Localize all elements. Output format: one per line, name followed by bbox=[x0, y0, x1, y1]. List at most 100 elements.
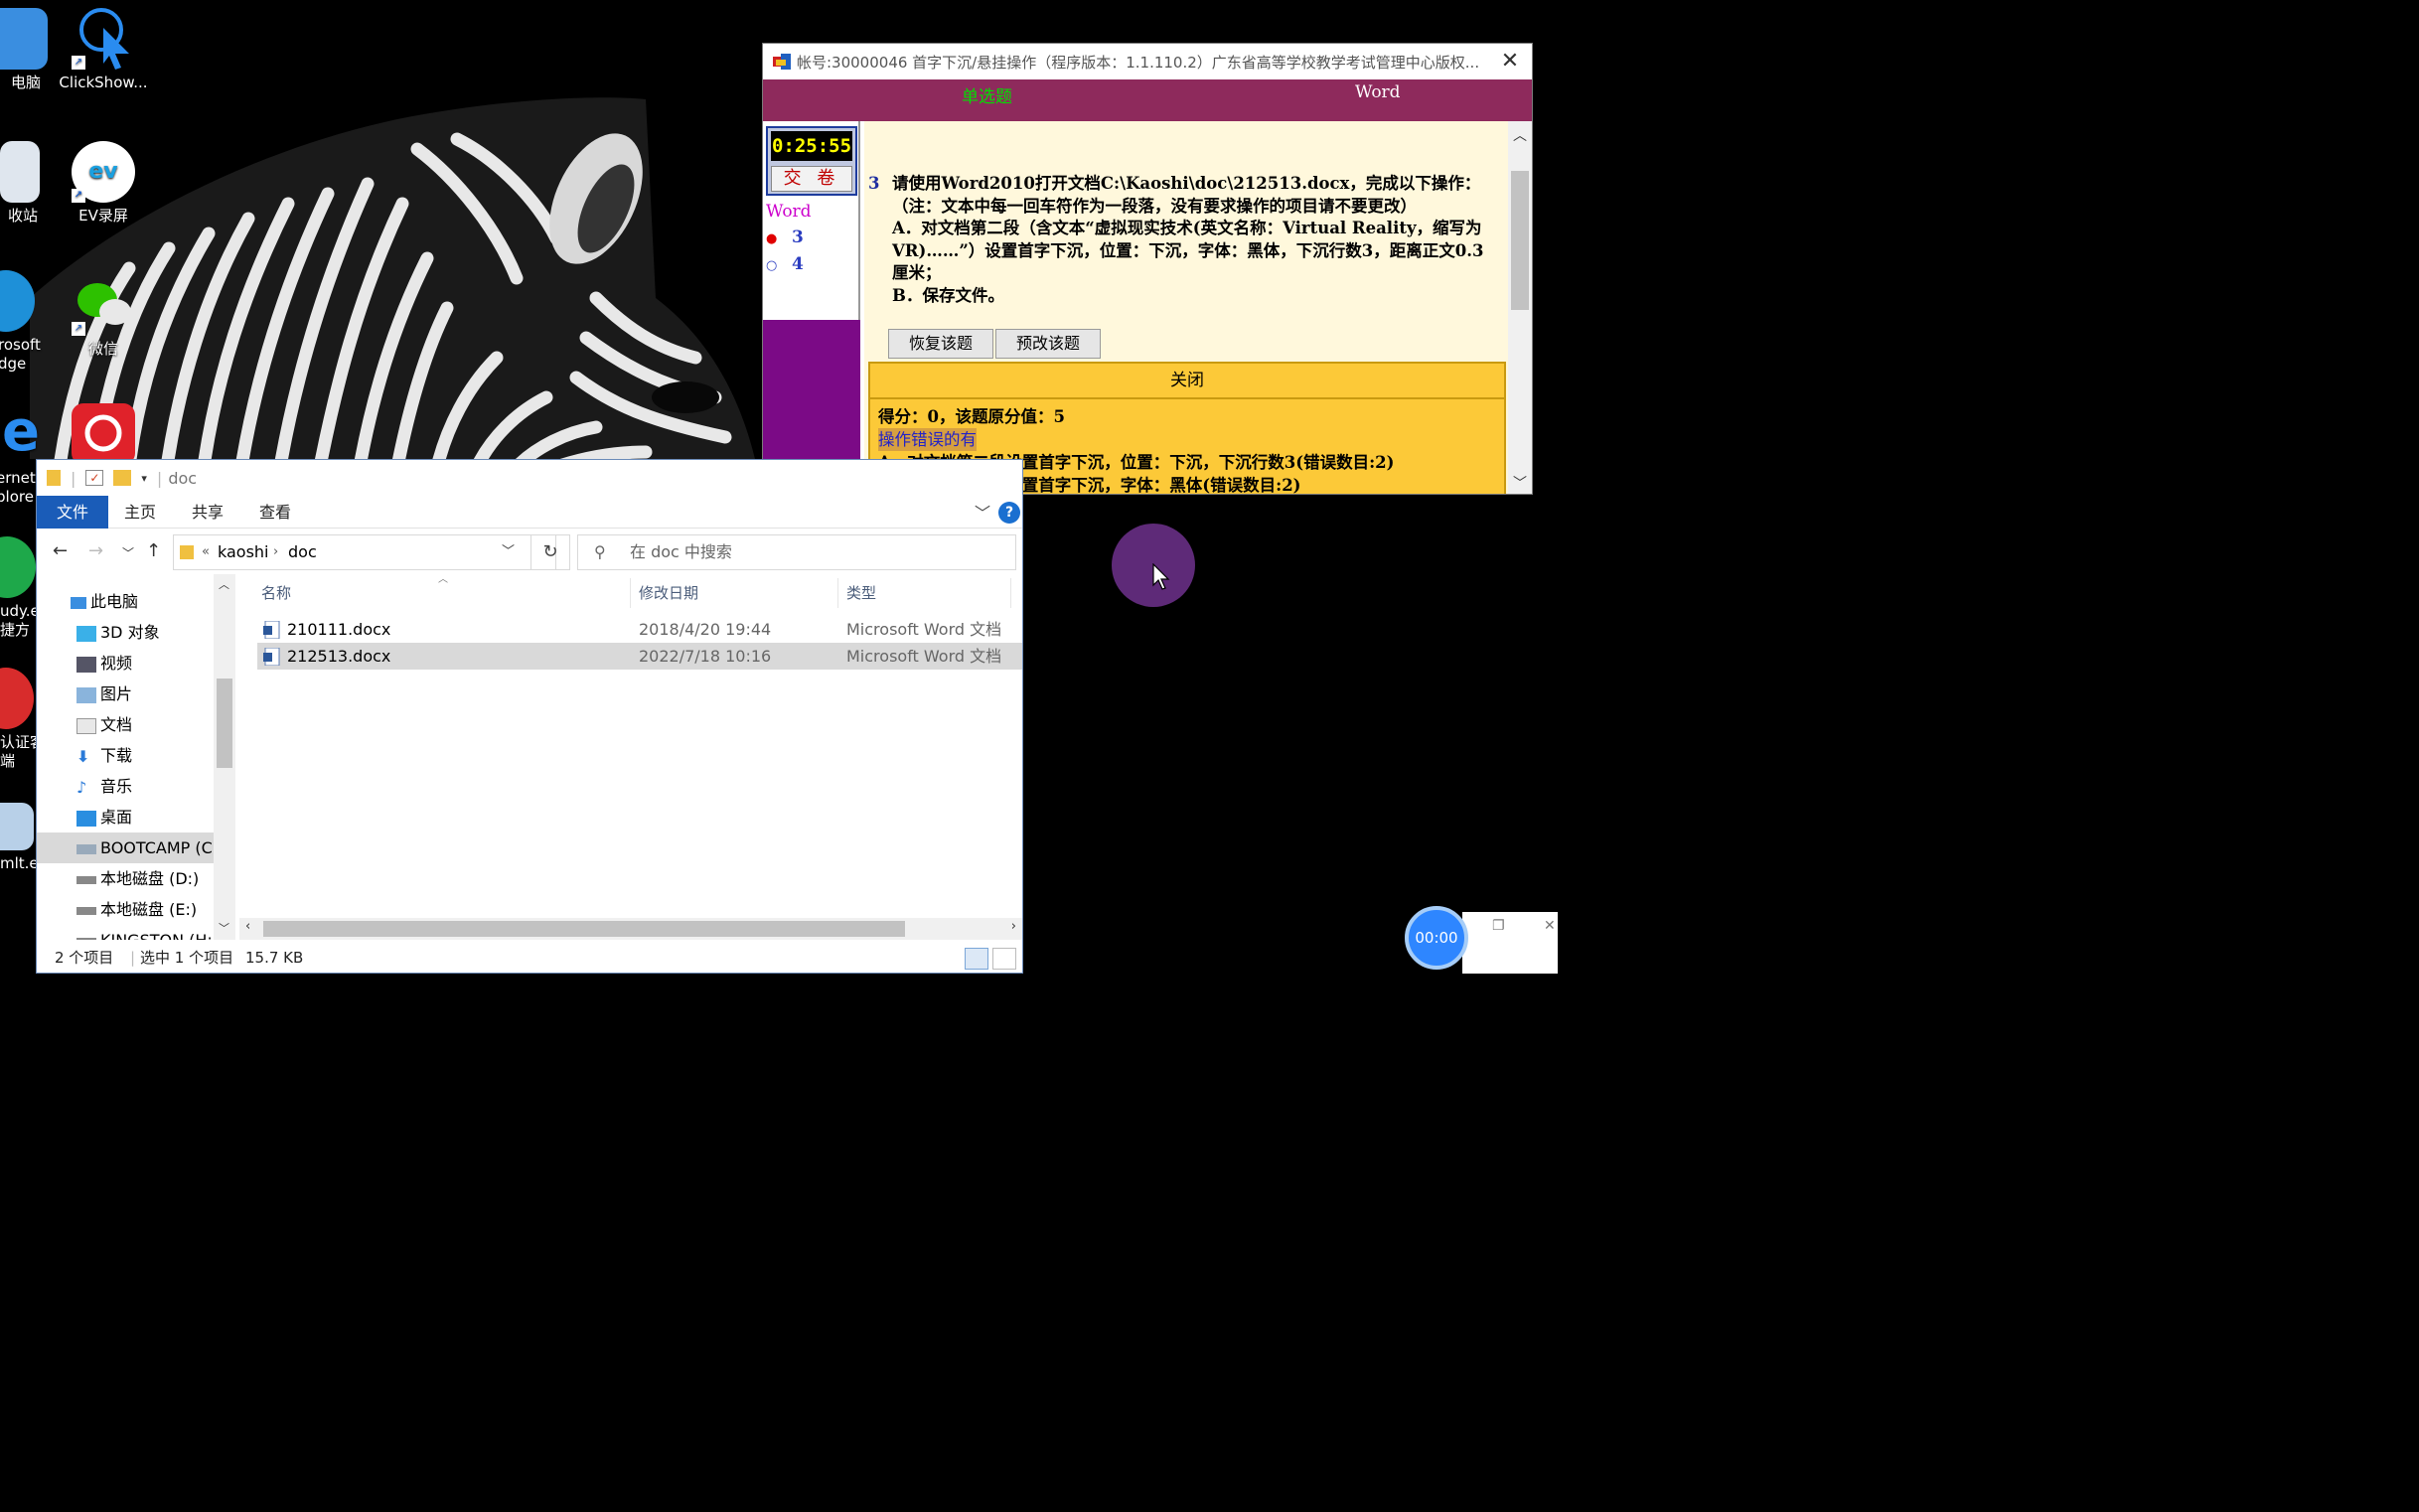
file-list-horizontal-scrollbar[interactable]: ‹ › bbox=[239, 918, 1022, 940]
chevron-down-icon[interactable]: ﹀ bbox=[975, 500, 990, 524]
cursor-arrow-icon: ↗ bbox=[72, 8, 135, 70]
breadcrumb-doc[interactable]: doc bbox=[288, 535, 317, 569]
file-list: ︿ 名称 修改日期 类型 210111.docx 2018/4/20 19:44… bbox=[239, 574, 1022, 940]
chevron-right-icon: › bbox=[273, 544, 279, 559]
address-history-chevron-icon[interactable]: ﹀ bbox=[502, 535, 515, 569]
column-divider[interactable] bbox=[1010, 578, 1011, 608]
sidebar-item-drive-e[interactable]: 本地磁盘 (E:) bbox=[37, 894, 235, 925]
sidebar-item-this-pc[interactable]: 此电脑 bbox=[37, 586, 235, 617]
close-icon[interactable]: ✕ bbox=[1488, 44, 1532, 79]
recent-locations-chevron-icon[interactable]: ﹀ bbox=[122, 544, 134, 561]
help-icon[interactable]: ? bbox=[998, 502, 1020, 524]
preview-question-button[interactable]: 预改该题 bbox=[995, 329, 1101, 359]
large-icons-view-icon[interactable] bbox=[992, 948, 1016, 970]
sidebar-item-label: BOOTCAMP (C: bbox=[100, 838, 219, 857]
desktop-icon-clickshow[interactable]: ↗ ClickShow... bbox=[58, 8, 149, 92]
chevron-up-icon[interactable]: ︿ bbox=[1508, 125, 1532, 145]
recording-timer[interactable]: 00:00 bbox=[1405, 906, 1468, 970]
file-type: Microsoft Word 文档 bbox=[846, 647, 1002, 666]
search-icon: ⚲ bbox=[594, 542, 606, 561]
sidebar-item-label: 视频 bbox=[100, 654, 133, 673]
file-date: 2018/4/20 19:44 bbox=[639, 620, 772, 639]
sidebar-item-drive-d[interactable]: 本地磁盘 (D:) bbox=[37, 863, 235, 894]
study-app-icon bbox=[0, 536, 36, 598]
back-arrow-icon[interactable]: ← bbox=[53, 540, 68, 561]
question-list-item[interactable]: ● 3 bbox=[766, 227, 804, 247]
sidebar-item-bootcamp[interactable]: BOOTCAMP (C: bbox=[37, 832, 235, 863]
drive-icon bbox=[76, 875, 96, 884]
ribbon-tabs: 文件 主页 共享 查看 ﹀ ? bbox=[37, 496, 1022, 529]
scrollbar-thumb[interactable] bbox=[217, 679, 232, 768]
windows-drive-icon bbox=[76, 843, 96, 854]
sidebar-item-pictures[interactable]: 图片 bbox=[37, 679, 235, 709]
column-header-date[interactable]: 修改日期 bbox=[639, 582, 698, 603]
exam-header-bar: 单选题 Word bbox=[763, 79, 1532, 121]
new-folder-icon[interactable] bbox=[113, 470, 132, 486]
submit-exam-button[interactable]: 交 卷 bbox=[771, 166, 852, 192]
file-name: 210111.docx bbox=[287, 620, 391, 639]
properties-check-icon[interactable]: ✓ bbox=[85, 470, 104, 486]
folder-icon bbox=[180, 545, 194, 559]
picture-icon bbox=[76, 686, 96, 703]
tab-file[interactable]: 文件 bbox=[37, 496, 108, 529]
sidebar-item-kingston[interactable]: KINGSTON (H:) bbox=[37, 925, 235, 940]
chevron-right-icon[interactable]: › bbox=[1011, 919, 1016, 934]
address-bar[interactable]: « kaoshi › doc ﹀ bbox=[173, 534, 556, 570]
desktop-icon-wechat[interactable]: ↗ 微信 bbox=[58, 274, 149, 359]
music-note-icon: ♪ bbox=[76, 778, 87, 797]
question-text: 3 请使用Word2010打开文档C:\Kaoshi\doc\212513.do… bbox=[868, 173, 1484, 307]
title-divider: | bbox=[156, 468, 163, 488]
close-feedback-button[interactable]: 关闭 bbox=[870, 364, 1504, 399]
scrollbar-thumb[interactable] bbox=[263, 921, 905, 937]
tab-home[interactable]: 主页 bbox=[120, 496, 160, 529]
sidebar-item-label: 本地磁盘 (D:) bbox=[100, 869, 200, 888]
sidebar-item-downloads[interactable]: ⬇ 下载 bbox=[37, 740, 235, 771]
exam-window: 帐号:30000046 首字下沉/悬挂操作（程序版本：1.1.110.2）广东省… bbox=[762, 43, 1533, 495]
tab-view[interactable]: 查看 bbox=[255, 496, 295, 529]
chevron-down-icon[interactable]: ﹀ bbox=[219, 920, 229, 936]
column-header-type[interactable]: 类型 bbox=[846, 582, 876, 603]
forward-arrow-icon[interactable]: → bbox=[88, 540, 103, 561]
close-icon[interactable]: ✕ bbox=[1544, 918, 1556, 934]
exam-title-bar[interactable]: 帐号:30000046 首字下沉/悬挂操作（程序版本：1.1.110.2）广东省… bbox=[763, 44, 1532, 79]
question-scrollbar[interactable]: ︿ ﹀ bbox=[1508, 121, 1532, 494]
tab-share[interactable]: 共享 bbox=[188, 496, 227, 529]
up-arrow-icon[interactable]: ↑ bbox=[146, 540, 161, 561]
explorer-title-bar[interactable]: | ✓ ▾ | doc bbox=[37, 460, 1022, 496]
details-view-icon[interactable] bbox=[965, 948, 988, 970]
usb-drive-icon bbox=[76, 937, 96, 940]
column-divider[interactable] bbox=[630, 578, 631, 608]
sidebar-item-videos[interactable]: 视频 bbox=[37, 648, 235, 679]
search-input[interactable]: ⚲ 在 doc 中搜索 bbox=[577, 534, 1016, 570]
restore-question-button[interactable]: 恢复该题 bbox=[888, 329, 993, 359]
desktop-icon-this-pc[interactable]: 电脑 bbox=[0, 8, 62, 92]
sidebar-item-desktop[interactable]: 桌面 bbox=[37, 802, 235, 832]
chevron-up-icon[interactable]: ︿ bbox=[219, 576, 229, 592]
address-overflow[interactable]: « bbox=[202, 535, 210, 569]
desktop-icon bbox=[76, 810, 96, 827]
sidebar-item-music[interactable]: ♪ 音乐 bbox=[37, 771, 235, 802]
selected-count: 选中 1 个项目 bbox=[140, 949, 234, 967]
shortcut-arrow-icon: ↗ bbox=[72, 56, 85, 70]
column-header-name[interactable]: 名称 bbox=[261, 582, 291, 603]
refresh-icon[interactable]: ↻ bbox=[530, 534, 570, 570]
file-row[interactable]: 210111.docx 2018/4/20 19:44 Microsoft Wo… bbox=[257, 616, 1022, 643]
question-list-item[interactable]: ○ 4 bbox=[766, 254, 804, 274]
restore-window-icon[interactable]: ❐ bbox=[1492, 918, 1505, 934]
desktop-icon-edge[interactable]: rosoft dge bbox=[0, 270, 52, 374]
chevron-down-icon[interactable]: ﹀ bbox=[1508, 473, 1532, 493]
customize-quick-access-icon[interactable]: ▾ bbox=[141, 472, 147, 485]
desktop-icon-ev-recorder[interactable]: ev ↗ EV录屏 bbox=[58, 141, 149, 226]
sidebar-item-3d-objects[interactable]: 3D 对象 bbox=[37, 617, 235, 648]
computer-icon bbox=[71, 596, 86, 609]
file-row-selected[interactable]: 212513.docx 2022/7/18 10:16 Microsoft Wo… bbox=[257, 643, 1022, 670]
navigation-pane-scrollbar[interactable]: ︿ ﹀ bbox=[214, 574, 235, 940]
scrollbar-thumb[interactable] bbox=[1511, 171, 1529, 310]
breadcrumb-kaoshi[interactable]: kaoshi bbox=[218, 535, 269, 569]
sidebar-item-label: KINGSTON (H:) bbox=[100, 931, 219, 940]
sidebar-item-documents[interactable]: 文档 bbox=[37, 709, 235, 740]
question-step-b: B．保存文件。 bbox=[892, 285, 1004, 305]
chevron-left-icon[interactable]: ‹ bbox=[245, 919, 250, 934]
desktop-icon-recycle-bin[interactable]: 收站 bbox=[0, 141, 62, 226]
column-divider[interactable] bbox=[837, 578, 838, 608]
